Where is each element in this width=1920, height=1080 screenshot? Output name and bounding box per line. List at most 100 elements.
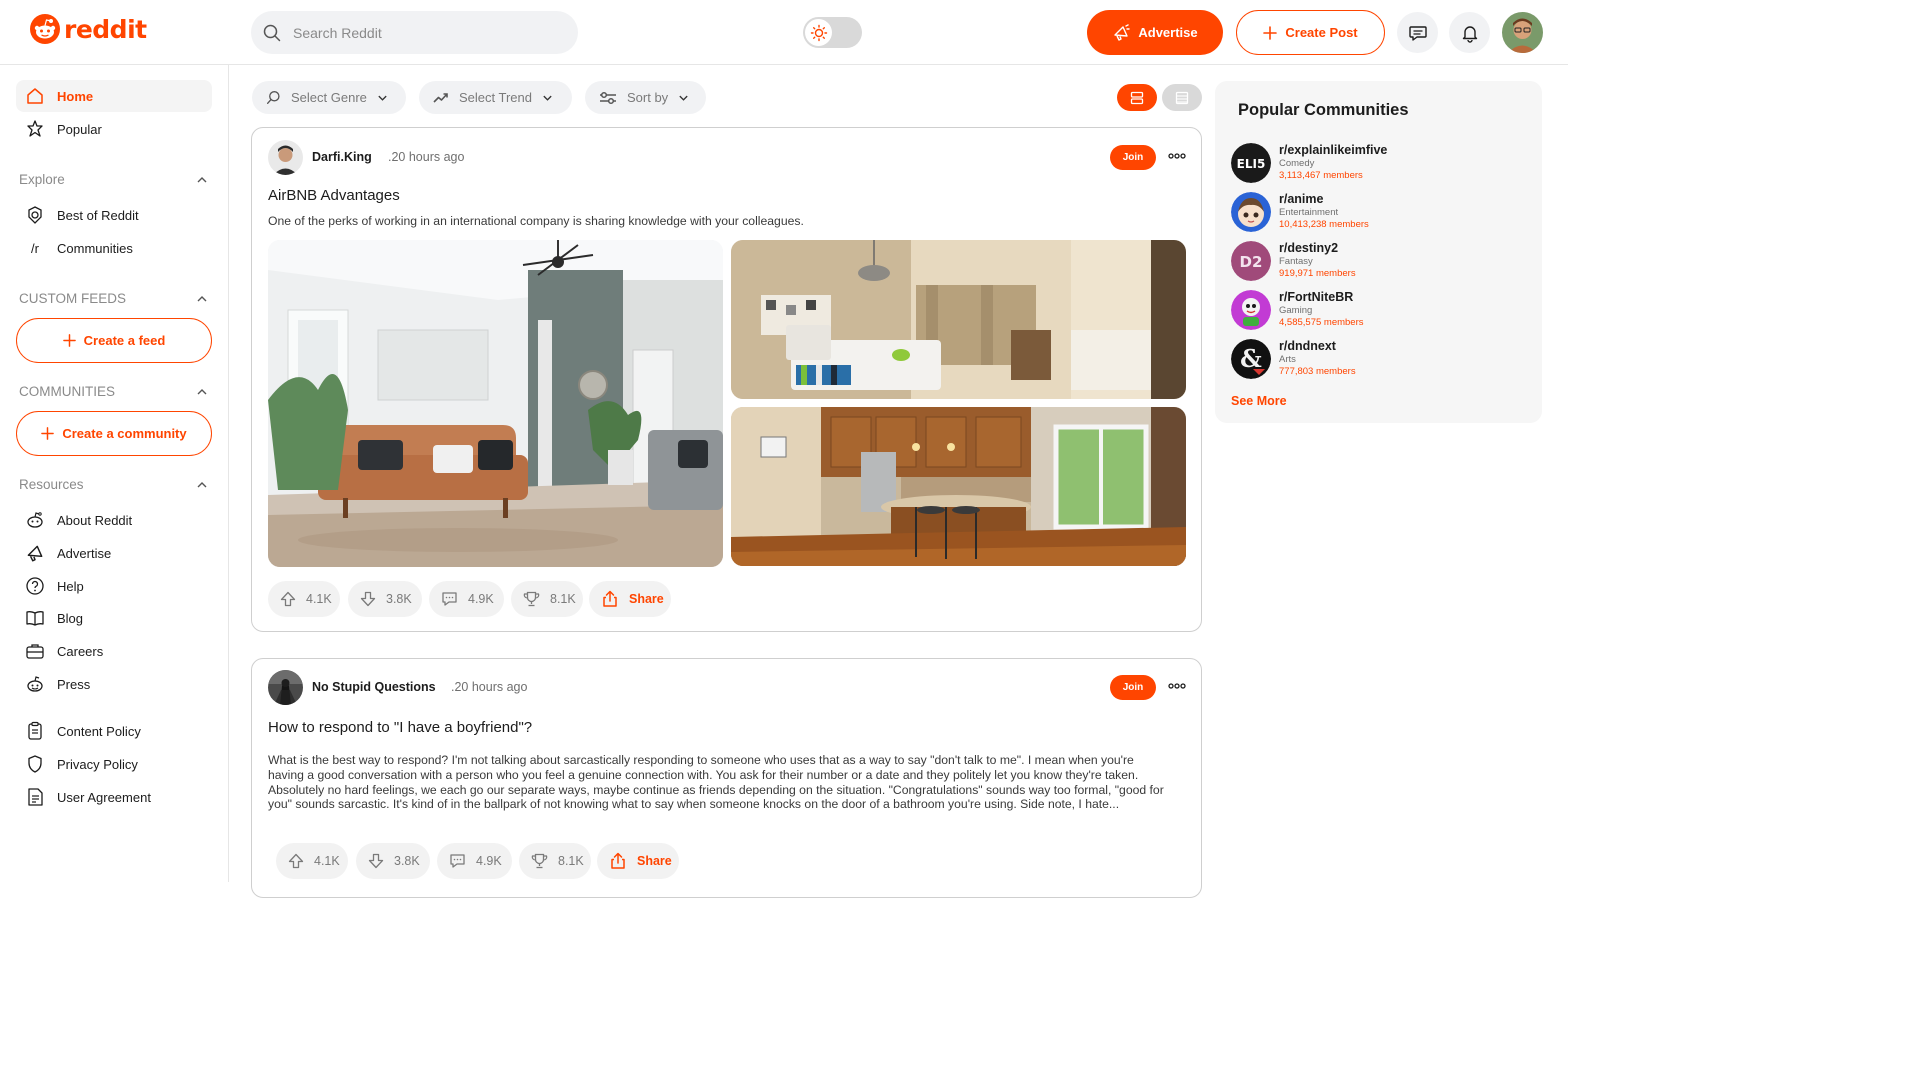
explore-heading: Explore bbox=[19, 172, 65, 187]
comment-count: 4.9K bbox=[476, 854, 502, 868]
nav-press-label: Press bbox=[57, 676, 91, 692]
explore-section-header[interactable]: Explore bbox=[19, 172, 208, 187]
theme-toggle[interactable] bbox=[803, 17, 862, 48]
card-view-button[interactable] bbox=[1117, 84, 1157, 111]
nav-about-reddit[interactable]: About Reddit bbox=[16, 504, 212, 536]
chat-button[interactable] bbox=[1397, 12, 1438, 53]
briefcase-icon bbox=[26, 644, 44, 659]
share-icon bbox=[603, 590, 617, 607]
sort-by-dropdown[interactable]: Sort by bbox=[585, 81, 706, 114]
nav-content-policy[interactable]: Content Policy bbox=[16, 715, 212, 747]
post-author-avatar[interactable] bbox=[268, 140, 303, 175]
community-name[interactable]: r/anime bbox=[1279, 192, 1323, 206]
upvote-button[interactable]: 4.1K bbox=[276, 843, 348, 879]
community-icon-label: ELI5 bbox=[1237, 157, 1266, 171]
post-author-avatar[interactable] bbox=[268, 670, 303, 705]
post-card[interactable]: No Stupid Questions .20 hours ago Join H… bbox=[251, 658, 1202, 898]
post-body: One of the perks of working in an intern… bbox=[268, 214, 804, 228]
search-bar[interactable] bbox=[251, 11, 578, 54]
post-image-kitchen[interactable] bbox=[731, 407, 1186, 566]
nav-blog[interactable]: Blog bbox=[16, 602, 212, 634]
award-button[interactable]: 8.1K bbox=[511, 581, 583, 617]
community-name[interactable]: r/explainlikeimfive bbox=[1279, 143, 1387, 157]
more-options-button[interactable] bbox=[1166, 675, 1188, 697]
see-more-link[interactable]: See More bbox=[1231, 394, 1287, 408]
logo-wordmark: reddit bbox=[64, 14, 147, 44]
nav-home[interactable]: Home bbox=[16, 80, 212, 112]
popular-icon bbox=[27, 120, 43, 137]
share-button[interactable]: Share bbox=[589, 581, 671, 617]
nav-user-agreement[interactable]: User Agreement bbox=[16, 781, 212, 813]
custom-feeds-heading: CUSTOM FEEDS bbox=[19, 291, 127, 306]
community-item[interactable]: r/anime Entertainment 10,413,238 members bbox=[1231, 192, 1521, 234]
create-feed-label: Create a feed bbox=[83, 333, 166, 348]
custom-feeds-section-header[interactable]: CUSTOM FEEDS bbox=[19, 291, 208, 306]
post-image-bedroom[interactable] bbox=[731, 240, 1186, 399]
advertise-button[interactable]: Advertise bbox=[1087, 10, 1223, 55]
book-icon bbox=[26, 611, 44, 626]
community-category: Entertainment bbox=[1279, 207, 1339, 218]
user-avatar[interactable] bbox=[1502, 12, 1543, 53]
join-button[interactable]: Join bbox=[1110, 675, 1156, 700]
community-category: Arts bbox=[1279, 354, 1296, 365]
reddit-logo[interactable]: reddit bbox=[30, 14, 147, 44]
more-options-button[interactable] bbox=[1166, 145, 1188, 167]
more-horizontal-icon bbox=[1168, 153, 1186, 159]
nav-home-label: Home bbox=[57, 88, 94, 104]
join-button[interactable]: Join bbox=[1110, 145, 1156, 170]
create-feed-button[interactable]: Create a feed bbox=[16, 318, 212, 363]
nav-about-reddit-label: About Reddit bbox=[57, 512, 133, 528]
create-community-button[interactable]: Create a community bbox=[16, 411, 212, 456]
resources-section-header[interactable]: Resources bbox=[19, 477, 208, 492]
nav-press[interactable]: Press bbox=[16, 668, 212, 700]
nav-privacy-policy[interactable]: Privacy Policy bbox=[16, 748, 212, 780]
community-name[interactable]: r/destiny2 bbox=[1279, 241, 1338, 255]
nav-popular-label: Popular bbox=[57, 121, 102, 137]
community-name[interactable]: r/dndnext bbox=[1279, 339, 1336, 353]
post-title[interactable]: How to respond to "I have a boyfriend"? bbox=[268, 719, 532, 736]
post-body: What is the best way to respond? I'm not… bbox=[268, 753, 1164, 812]
comments-button[interactable]: 4.9K bbox=[437, 843, 512, 879]
nav-popular[interactable]: Popular bbox=[16, 113, 212, 145]
share-button[interactable]: Share bbox=[597, 843, 679, 879]
compact-view-button[interactable] bbox=[1162, 84, 1202, 111]
chevron-up-icon bbox=[197, 388, 207, 394]
post-image-living-room[interactable] bbox=[268, 240, 723, 567]
nav-careers[interactable]: Careers bbox=[16, 635, 212, 667]
nav-communities-label: Communities bbox=[57, 240, 133, 256]
community-icon-destiny2: D2 bbox=[1231, 241, 1271, 281]
nav-content-policy-label: Content Policy bbox=[57, 723, 141, 739]
community-item[interactable]: r/FortNiteBR Gaming 4,585,575 members bbox=[1231, 290, 1521, 332]
nav-best-of-reddit[interactable]: Best of Reddit bbox=[16, 199, 212, 231]
create-post-button[interactable]: Create Post bbox=[1236, 10, 1385, 55]
create-community-label: Create a community bbox=[62, 426, 187, 441]
plus-icon bbox=[41, 427, 55, 440]
community-members: 4,585,575 members bbox=[1279, 317, 1364, 328]
post-title[interactable]: AirBNB Advantages bbox=[268, 187, 400, 204]
sun-icon bbox=[810, 24, 827, 41]
community-name[interactable]: r/FortNiteBR bbox=[1279, 290, 1353, 304]
downvote-button[interactable]: 3.8K bbox=[356, 843, 430, 879]
search-input[interactable] bbox=[293, 24, 543, 41]
upvote-button[interactable]: 4.1K bbox=[268, 581, 340, 617]
post-author-name[interactable]: Darfi.King bbox=[312, 150, 372, 164]
post-card[interactable]: Darfi.King .20 hours ago Join AirBNB Adv… bbox=[251, 127, 1202, 632]
community-item[interactable]: ELI5 r/explainlikeimfive Comedy 3,113,46… bbox=[1231, 143, 1521, 185]
community-item[interactable]: D2 r/destiny2 Fantasy 919,971 members bbox=[1231, 241, 1521, 283]
comments-button[interactable]: 4.9K bbox=[429, 581, 504, 617]
comment-icon bbox=[450, 854, 465, 868]
nav-advertise[interactable]: Advertise bbox=[16, 537, 212, 569]
bell-icon bbox=[1462, 25, 1477, 43]
community-category: Gaming bbox=[1279, 305, 1313, 316]
post-author-name[interactable]: No Stupid Questions bbox=[312, 680, 436, 694]
communities-section-header[interactable]: COMMUNITIES bbox=[19, 384, 208, 399]
clipboard-icon bbox=[28, 721, 42, 740]
select-genre-dropdown[interactable]: Select Genre bbox=[252, 81, 406, 114]
notifications-button[interactable] bbox=[1449, 12, 1490, 53]
award-button[interactable]: 8.1K bbox=[519, 843, 591, 879]
downvote-button[interactable]: 3.8K bbox=[348, 581, 422, 617]
select-trend-dropdown[interactable]: Select Trend bbox=[419, 81, 572, 114]
community-item[interactable]: & r/dndnext Arts 777,803 members bbox=[1231, 339, 1521, 381]
nav-communities[interactable]: /r Communities bbox=[16, 232, 212, 264]
nav-help[interactable]: Help bbox=[16, 570, 212, 602]
